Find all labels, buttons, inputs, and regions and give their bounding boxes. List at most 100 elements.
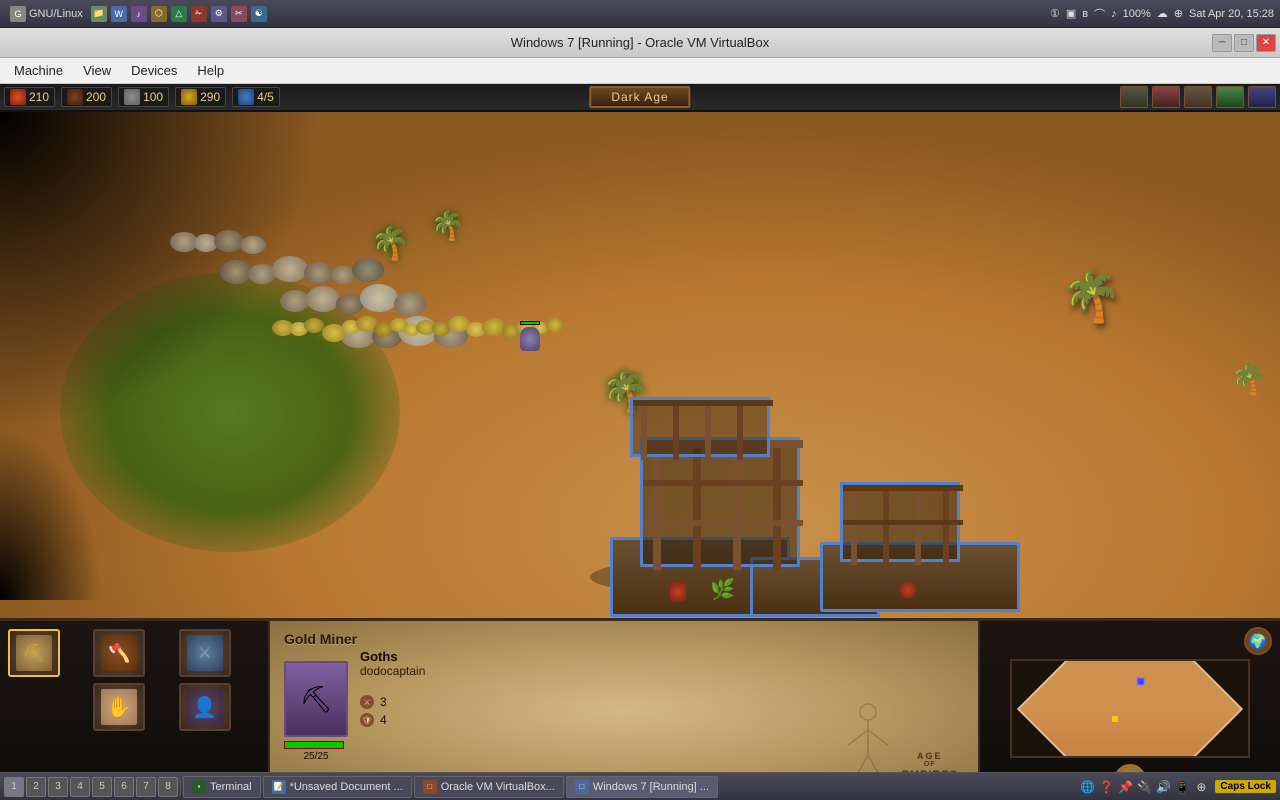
workspace-2[interactable]: 2	[26, 777, 46, 797]
app-icon-7[interactable]: ⚙	[211, 6, 227, 22]
armor-icon: 🛡	[360, 713, 374, 727]
cpu-icon: ▣	[1066, 7, 1076, 20]
workspace-1[interactable]: 1	[4, 777, 24, 797]
action-chop-wood[interactable]: 🪓	[93, 629, 145, 677]
minimap[interactable]	[1010, 659, 1250, 758]
pop-value: 4/5	[257, 90, 274, 104]
menu-machine[interactable]: Machine	[4, 61, 73, 80]
network-icon-bottom-2[interactable]: ⊕	[1193, 779, 1209, 795]
app-icon-6[interactable]: ✁	[191, 6, 207, 22]
host-taskbar-right: ① ▣ ʙ ⌒ ♪ 100% ☁ ⊕ Sat Apr 20, 15:28	[1050, 6, 1274, 22]
workspace-6[interactable]: 6	[114, 777, 134, 797]
hud-menu-btn-5[interactable]	[1248, 86, 1276, 108]
diplomacy-btn[interactable]: 🌍	[1244, 627, 1272, 655]
menu-devices[interactable]: Devices	[121, 61, 187, 80]
app-icon-3[interactable]: ♪	[131, 6, 147, 22]
vbox-minimize-button[interactable]: ─	[1212, 34, 1232, 52]
taskbar-terminal[interactable]: ▪ Terminal	[183, 776, 261, 798]
vbox-close-button[interactable]: ✕	[1256, 34, 1276, 52]
app-icon-4[interactable]: ⬡	[151, 6, 167, 22]
unit-name: Gold Miner	[284, 631, 357, 647]
gnu-linux-label[interactable]: G GNU/Linux	[6, 5, 87, 23]
palm-tree-right: 🌴	[1060, 267, 1122, 326]
attack-icon: ⚔	[360, 695, 374, 709]
workspace-3[interactable]: 3	[48, 777, 68, 797]
menu-help[interactable]: Help	[187, 61, 234, 80]
weather-icon: ☁	[1157, 7, 1168, 20]
attack-row: ⚔ 3	[360, 695, 387, 709]
hud-food: 210	[4, 87, 55, 107]
unit-portrait: ⛏	[284, 661, 348, 737]
unit-healthbar-bg	[520, 321, 540, 325]
food-icon	[10, 89, 26, 105]
taskbar-unsaved-doc[interactable]: 📝 *Unsaved Document ...	[263, 776, 412, 798]
win7-taskbar-label: Windows 7 [Running] ...	[593, 781, 709, 793]
mobile-icon-bottom[interactable]: 📱	[1174, 779, 1190, 795]
host-bottom-taskbar: 1 2 3 4 5 6 7 8 ▪ Terminal 📝 *Unsaved Do…	[0, 772, 1280, 800]
unit-player: Goths	[360, 649, 425, 664]
workspace-8[interactable]: 8	[158, 777, 178, 797]
food-value: 210	[29, 90, 49, 104]
notification-icon: ①	[1050, 7, 1060, 20]
armor-value: 4	[380, 713, 387, 727]
taskbar-divider-1	[180, 778, 181, 796]
volume-icon-bottom[interactable]: 🔊	[1155, 779, 1171, 795]
action-hand[interactable]: ✋	[93, 683, 145, 731]
oracle-taskbar-label: Oracle VM VirtualBox...	[441, 781, 555, 793]
action-buttons: ⛏ 🪓 ⚔	[8, 629, 260, 677]
building-2	[820, 482, 1020, 612]
terminal-taskbar-icon: ▪	[192, 780, 206, 794]
unit-stats: ⚔ 3 🛡 4	[360, 695, 387, 731]
hud-menu-btn-4[interactable]	[1216, 86, 1244, 108]
app-icon-1[interactable]: 📁	[91, 6, 107, 22]
hud-stone: 100	[118, 87, 169, 107]
oracle-taskbar-icon: □	[423, 780, 437, 794]
vbox-menubar: Machine View Devices Help	[0, 58, 1280, 84]
caps-lock-badge: Caps Lock	[1215, 780, 1276, 793]
network-icon-top: ⊕	[1174, 7, 1183, 20]
menu-view[interactable]: View	[73, 61, 121, 80]
help-icon-bottom[interactable]: ❓	[1098, 779, 1114, 795]
hud-menu-btn-1[interactable]	[1120, 86, 1148, 108]
audio-icon: ♪	[1111, 8, 1117, 20]
workspace-5[interactable]: 5	[92, 777, 112, 797]
vbox-window-controls: ─ □ ✕	[1212, 34, 1276, 52]
wifi-icon: ⌒	[1094, 6, 1105, 22]
vbox-window: Windows 7 [Running] - Oracle VM VirtualB…	[0, 28, 1280, 800]
taskbar-oracle-vm[interactable]: □ Oracle VM VirtualBox...	[414, 776, 564, 798]
unit-player-info: Goths dodocaptain	[360, 649, 425, 678]
taskbar-right-section: 🌐 ❓ 📌 🔌 🔊 📱 ⊕ Caps Lock	[1079, 779, 1276, 795]
doc-taskbar-label: *Unsaved Document ...	[290, 781, 403, 793]
action-portrait-btn[interactable]: 👤	[179, 683, 231, 731]
app-icon-8[interactable]: ✂	[231, 6, 247, 22]
action-unit[interactable]: ⚔	[179, 629, 231, 677]
unit-healthbar	[521, 322, 539, 324]
palm-tree-far-right: 🌴	[1230, 362, 1267, 397]
app-icon-2[interactable]: W	[111, 6, 127, 22]
hud-menu-btn-2[interactable]	[1152, 86, 1180, 108]
vbox-restore-button[interactable]: □	[1234, 34, 1254, 52]
hud-wood: 200	[61, 87, 112, 107]
bt-icon: ʙ	[1082, 8, 1088, 20]
host-time: Sat Apr 20, 15:28	[1189, 8, 1274, 20]
workspace-4[interactable]: 4	[70, 777, 90, 797]
minimap-diamond	[1017, 659, 1243, 758]
hud-pop: 4/5	[232, 87, 280, 107]
host-top-taskbar: G GNU/Linux 📁 W ♪ ⬡ △ ✁ ⚙ ✂ ☯ ① ▣ ʙ ⌒ ♪ …	[0, 0, 1280, 28]
chop-wood-icon: 🪓	[101, 635, 137, 671]
pin-icon-bottom[interactable]: 📌	[1117, 779, 1133, 795]
empty-slot-1	[8, 683, 60, 731]
app-icon-5[interactable]: △	[171, 6, 187, 22]
battery-text: 100%	[1123, 8, 1151, 20]
workspace-7[interactable]: 7	[136, 777, 156, 797]
palm-tree-2: 🌴	[430, 212, 465, 240]
power-icon-bottom[interactable]: 🔌	[1136, 779, 1152, 795]
palm-tree-1: 🌴	[370, 227, 410, 259]
age-badge: Dark Age	[589, 86, 690, 108]
taskbar-windows7[interactable]: □ Windows 7 [Running] ...	[566, 776, 718, 798]
network-icon-bottom[interactable]: 🌐	[1079, 779, 1095, 795]
pop-icon	[238, 89, 254, 105]
action-mine-gold[interactable]: ⛏	[8, 629, 60, 677]
hud-menu-btn-3[interactable]	[1184, 86, 1212, 108]
app-icon-9[interactable]: ☯	[251, 6, 267, 22]
